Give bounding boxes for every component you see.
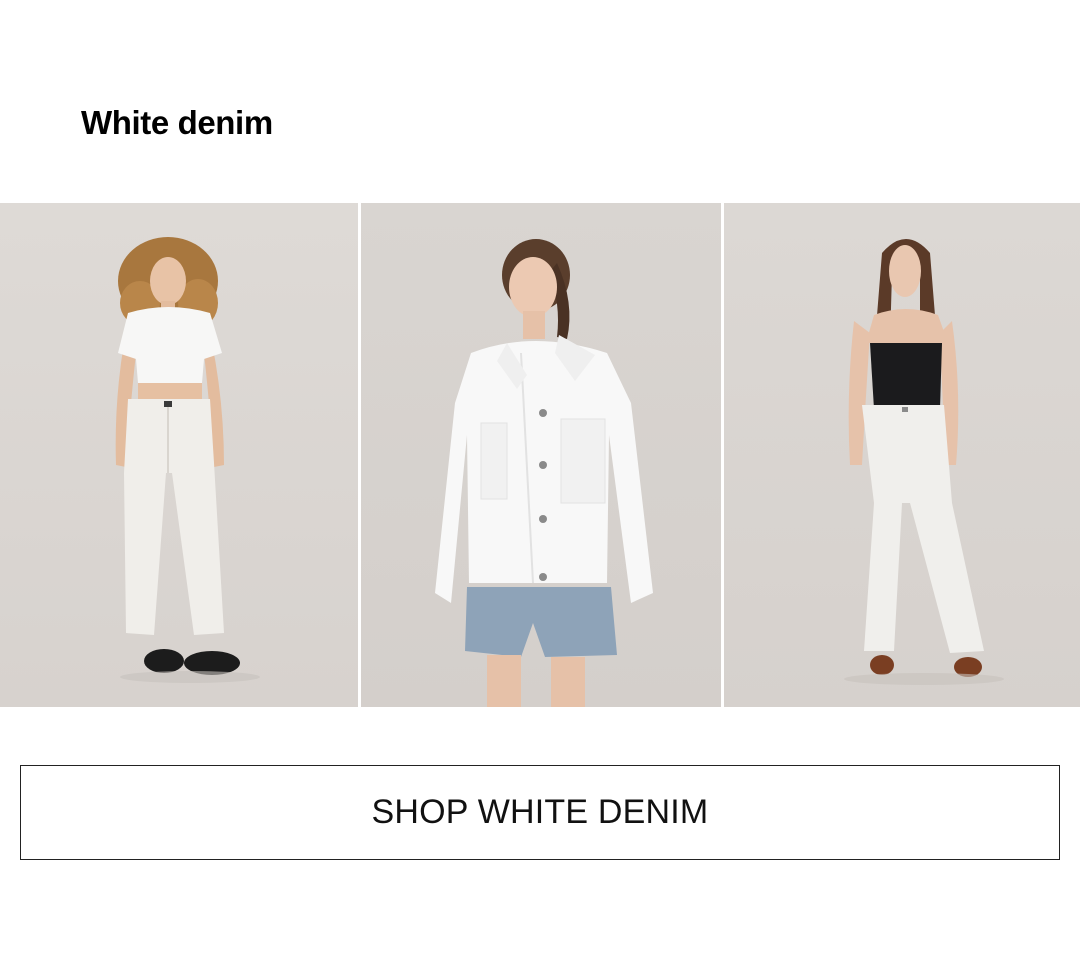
section-title: White denim (81, 104, 273, 141)
shop-white-denim-button[interactable]: SHOP WHITE DENIM (20, 765, 1060, 860)
model-photo-1 (115, 237, 260, 683)
product-gallery (0, 203, 1080, 707)
gallery-image-2[interactable] (361, 203, 721, 707)
gallery-image-3[interactable] (724, 203, 1080, 707)
model-photo-3 (844, 239, 1004, 685)
gallery-image-1[interactable] (0, 203, 358, 707)
model-photo-2 (435, 239, 653, 707)
